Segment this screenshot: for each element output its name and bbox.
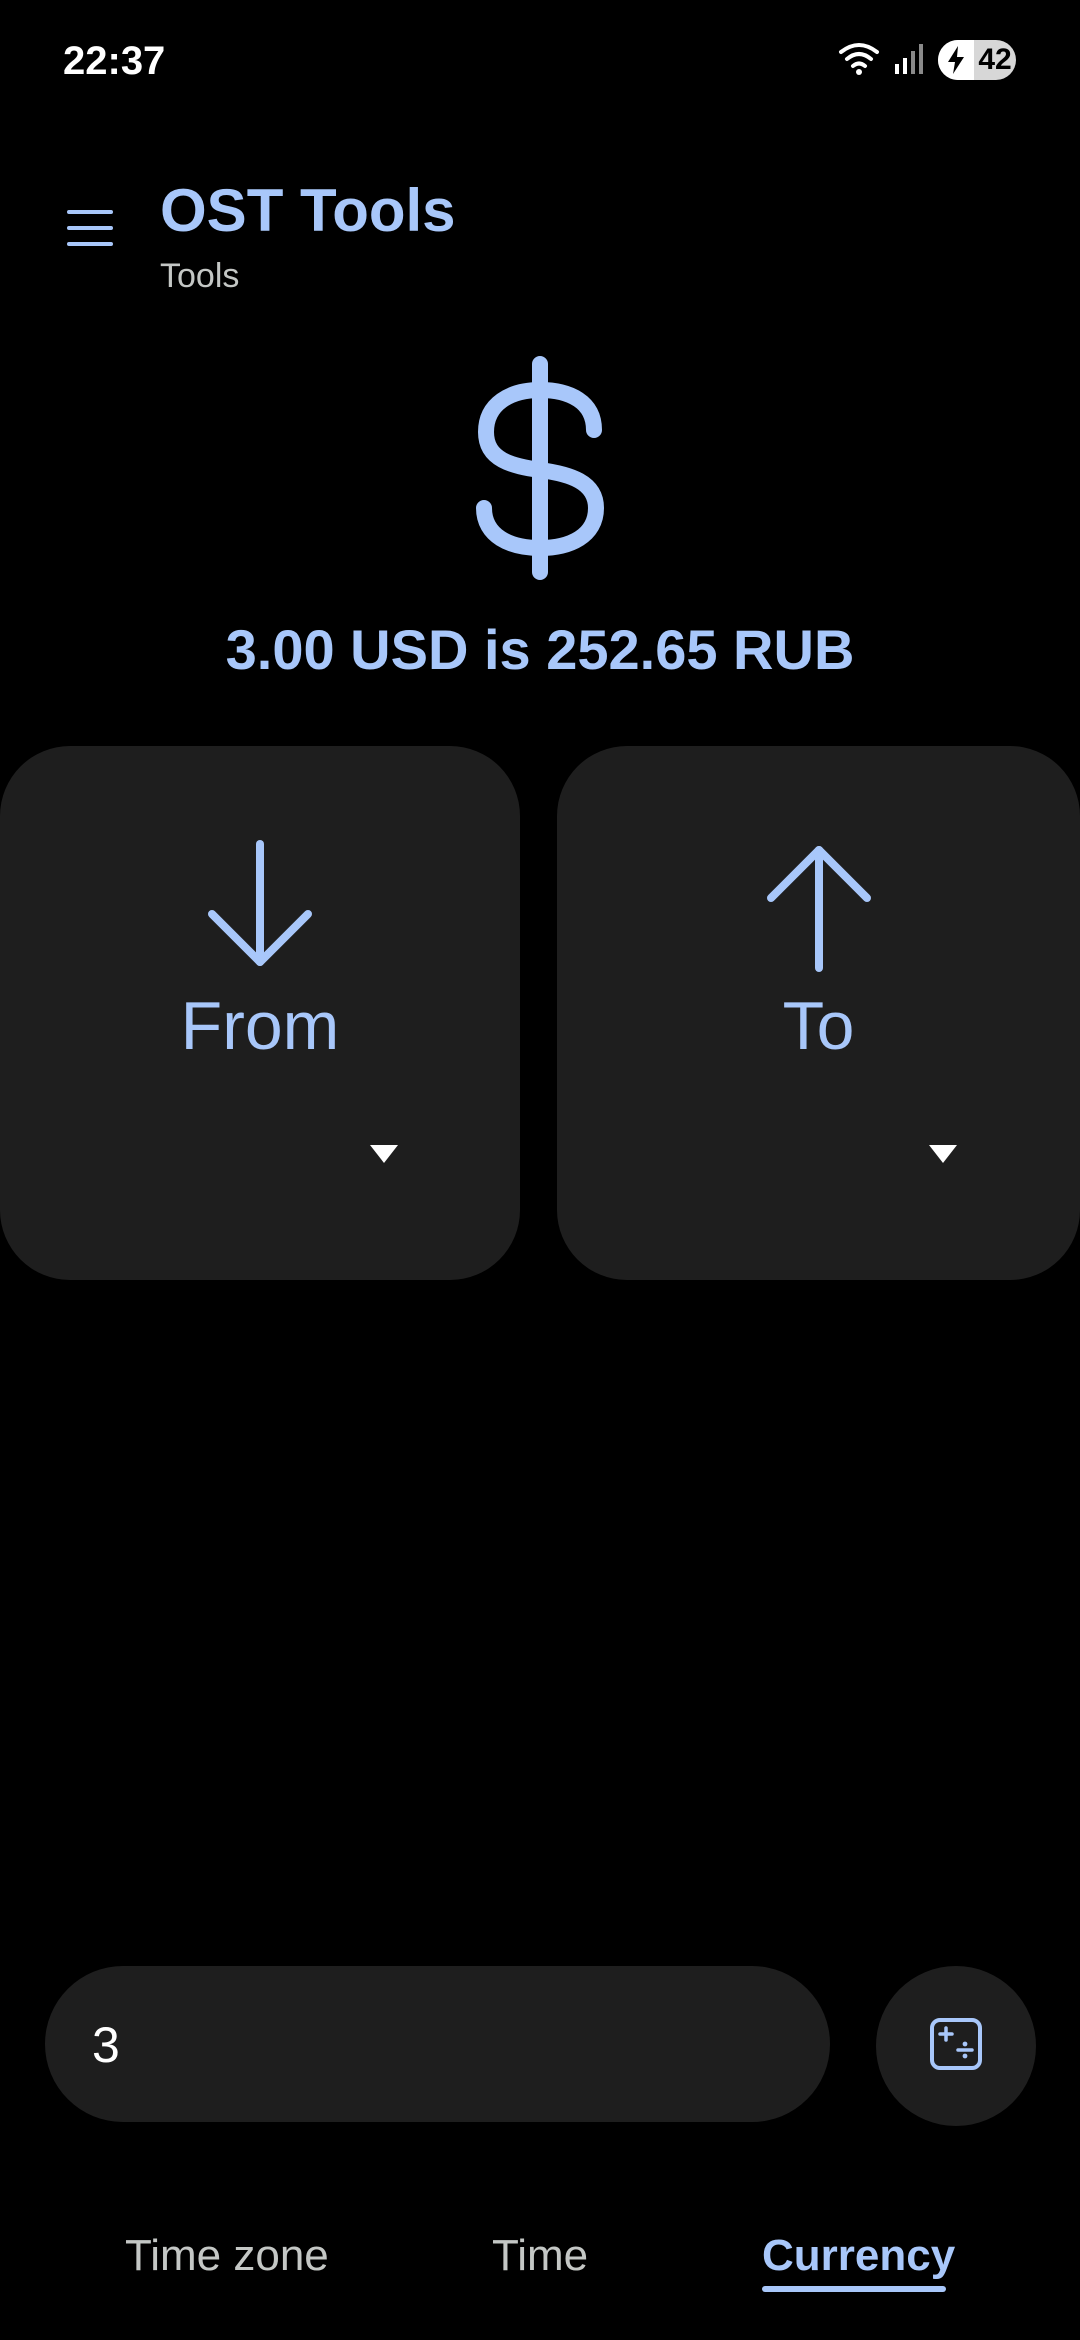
arrow-up-icon — [759, 836, 879, 976]
menu-button[interactable] — [60, 200, 120, 260]
to-dropdown-arrow[interactable] — [923, 1134, 963, 1174]
app-title: OST Tools — [160, 177, 456, 244]
signal-icon — [894, 42, 924, 79]
dropdown-triangle-icon — [370, 1145, 398, 1163]
battery-level: 42 — [978, 43, 1012, 76]
arrow-down-icon — [200, 836, 320, 976]
tab-time[interactable]: Time — [492, 2226, 588, 2286]
calculator-icon — [929, 2017, 983, 2076]
app-subtitle: Tools — [160, 257, 240, 295]
wifi-icon — [838, 41, 880, 80]
hamburger-menu-icon — [66, 206, 114, 255]
from-label: From — [180, 988, 340, 1064]
calculator-button[interactable] — [876, 1966, 1036, 2126]
dollar-icon — [470, 356, 610, 580]
tab-time-zone[interactable]: Time zone — [125, 2226, 329, 2286]
from-dropdown-arrow[interactable] — [364, 1134, 404, 1174]
amount-input-container[interactable] — [45, 1966, 830, 2124]
dropdown-triangle-icon — [929, 1145, 957, 1163]
to-label: To — [782, 988, 855, 1064]
conversion-result: 3.00 USD is 252.65 RUB — [225, 618, 855, 681]
tab-currency[interactable]: Currency — [762, 2226, 955, 2286]
status-time: 22:37 — [63, 39, 166, 83]
amount-input[interactable] — [90, 1966, 794, 2124]
to-currency-card[interactable]: To — [557, 746, 1080, 1280]
battery-indicator: 42 — [938, 40, 1016, 80]
status-icons: 42 — [838, 40, 1016, 80]
from-currency-card[interactable]: From — [0, 746, 520, 1280]
battery-charging-icon — [938, 40, 974, 80]
active-tab-indicator — [762, 2286, 946, 2292]
